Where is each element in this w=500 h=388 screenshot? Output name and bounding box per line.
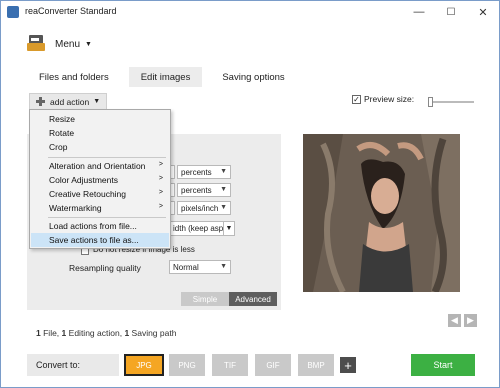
chevron-down-icon: ▼ <box>220 263 227 270</box>
convert-bar: Convert to: JPG PNG TIF GIF BMP + Start <box>27 354 475 376</box>
preview-size-slider[interactable] <box>428 97 474 107</box>
app-icon <box>7 6 19 18</box>
saving-count: 1 <box>124 328 130 338</box>
editing-label: Editing action, <box>68 328 123 338</box>
menu-divider <box>48 157 166 158</box>
menu-item-save-actions[interactable]: Save actions to file as... <box>31 233 169 247</box>
slider-track <box>428 101 474 103</box>
add-action-button[interactable]: add action ▼ <box>29 93 108 110</box>
menu-item-label: Load actions from file... <box>49 221 137 231</box>
fit-mode-select[interactable]: idth (keep asp <box>169 221 227 236</box>
editing-count: 1 <box>61 328 67 338</box>
format-bmp-button[interactable]: BMP <box>298 354 334 376</box>
unit-select-3[interactable]: pixels/inch ▼ <box>177 201 231 215</box>
chevron-down-icon: ▼ <box>85 40 92 48</box>
close-button[interactable]: ✕ <box>467 1 499 23</box>
chevron-down-icon: ▼ <box>93 98 101 105</box>
format-gif-button[interactable]: GIF <box>255 354 291 376</box>
plus-icon <box>36 97 45 106</box>
menu-item-label: Color Adjustments <box>49 175 118 185</box>
preview-image <box>303 134 460 292</box>
menu-item-label: Resize <box>49 114 75 124</box>
window-title: reaConverter Standard <box>25 6 117 16</box>
advanced-mode-button[interactable]: Advanced <box>229 292 277 306</box>
menu-item-label: Watermarking <box>49 203 102 213</box>
saving-label: Saving path <box>131 328 177 338</box>
status-summary: 1 File, 1 Editing action, 1 Saving path <box>36 328 176 338</box>
mode-switch: Simple Advanced <box>181 292 277 306</box>
tab-edit-images[interactable]: Edit images <box>128 67 203 87</box>
printer-logo-icon <box>27 35 47 53</box>
unit-select-1[interactable]: percents ▼ <box>177 165 231 179</box>
chevron-left-icon[interactable]: ◀ <box>448 314 461 327</box>
menu-item-load-actions[interactable]: Load actions from file... <box>31 219 169 233</box>
files-count: 1 <box>36 328 41 338</box>
tab-saving-options[interactable]: Saving options <box>210 67 296 87</box>
chevron-right-icon: > <box>158 189 163 196</box>
minimize-button[interactable]: — <box>403 1 435 23</box>
preview-checkbox[interactable]: ✓ <box>352 94 361 104</box>
preview-size-control: ✓ Preview size: <box>352 94 414 104</box>
preview-size-label: Preview size: <box>364 94 415 104</box>
preview-photo-graphic <box>303 134 460 292</box>
format-jpg-button[interactable]: JPG <box>124 354 164 376</box>
app-window: reaConverter Standard — ☐ ✕ Menu ▼ Files… <box>0 0 500 388</box>
format-png-button[interactable]: PNG <box>169 354 205 376</box>
chevron-right-icon: > <box>158 175 163 182</box>
slider-thumb[interactable] <box>428 97 433 107</box>
chevron-down-icon: ▼ <box>220 186 227 193</box>
menu-divider <box>48 217 166 218</box>
menu-label: Menu <box>55 38 81 50</box>
resampling-quality-value: Normal <box>173 262 199 272</box>
chevron-right-icon: > <box>158 203 163 210</box>
menu-item-label: Crop <box>49 142 68 152</box>
files-label: File, <box>43 328 60 338</box>
convert-to-label: Convert to: <box>27 354 119 376</box>
unit-select-2-value: percents <box>181 185 212 195</box>
chevron-down-icon: ▼ <box>220 168 227 175</box>
add-format-button[interactable]: + <box>340 357 356 373</box>
menu-item-label: Alteration and Orientation <box>49 161 146 171</box>
chevron-right-icon: > <box>158 161 163 168</box>
menu-item-resize[interactable]: Resize <box>31 112 169 126</box>
start-button[interactable]: Start <box>411 354 475 376</box>
menu-item-creative-retouching[interactable]: Creative Retouching > <box>31 187 169 201</box>
resampling-quality-label: Resampling quality <box>69 263 141 273</box>
chevron-down-icon[interactable]: ▼ <box>223 221 235 236</box>
menu-item-crop[interactable]: Crop <box>31 140 169 154</box>
menu-item-alteration-orientation[interactable]: Alteration and Orientation > <box>31 159 169 173</box>
menu-item-label: Creative Retouching <box>49 189 127 199</box>
menu-item-color-adjustments[interactable]: Color Adjustments > <box>31 173 169 187</box>
simple-mode-button[interactable]: Simple <box>181 292 229 306</box>
unit-select-2[interactable]: percents ▼ <box>177 183 231 197</box>
menu-item-watermarking[interactable]: Watermarking > <box>31 201 169 215</box>
menu-item-label: Rotate <box>49 128 75 138</box>
menu-item-rotate[interactable]: Rotate <box>31 126 169 140</box>
add-action-label: add action <box>50 96 90 107</box>
title-bar: reaConverter Standard — ☐ ✕ <box>1 1 499 23</box>
format-tif-button[interactable]: TIF <box>212 354 248 376</box>
maximize-button[interactable]: ☐ <box>435 1 467 23</box>
menu-item-label: Save actions to file as... <box>49 235 139 245</box>
unit-select-3-value: pixels/inch <box>181 203 219 213</box>
add-action-menu: Resize Rotate Crop Alteration and Orient… <box>29 109 171 249</box>
chevron-down-icon: ▼ <box>220 204 227 211</box>
preview-navigation: ◀ ▶ <box>445 314 477 327</box>
main-tabs: Files and folders Edit images Saving opt… <box>27 67 297 87</box>
resampling-quality-select[interactable]: Normal ▼ <box>169 260 231 274</box>
unit-select-1-value: percents <box>181 167 212 177</box>
main-menu[interactable]: Menu ▼ <box>27 34 92 54</box>
tab-files-and-folders[interactable]: Files and folders <box>27 67 121 87</box>
chevron-right-icon[interactable]: ▶ <box>464 314 477 327</box>
